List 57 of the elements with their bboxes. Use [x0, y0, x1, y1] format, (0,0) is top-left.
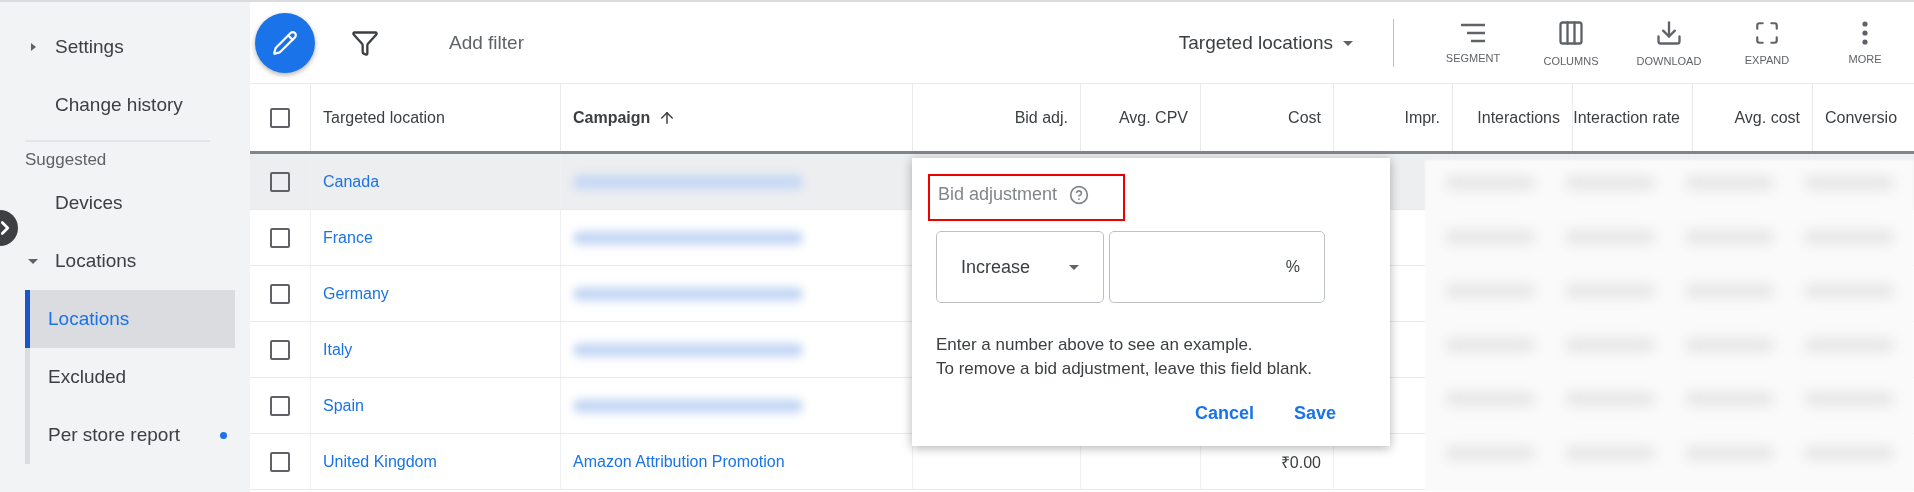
- toolbar-button[interactable]: EXPAND: [1718, 19, 1816, 66]
- column-header[interactable]: Targeted location: [310, 84, 560, 151]
- column-header[interactable]: Interaction rate: [1572, 84, 1692, 151]
- checkbox[interactable]: [270, 227, 290, 248]
- view-dropdown[interactable]: Targeted locations: [1170, 31, 1361, 54]
- sidebar-subitem[interactable]: Excluded: [25, 348, 235, 406]
- column-header[interactable]: Impr.: [1333, 84, 1452, 151]
- location-link[interactable]: United Kingdom: [323, 452, 437, 471]
- toolbar-button[interactable]: SEGMENT: [1424, 21, 1522, 64]
- columns-icon: [1557, 18, 1585, 47]
- segment-icon: [1459, 21, 1487, 44]
- column-header[interactable]: Cost: [1200, 84, 1333, 151]
- checkbox[interactable]: [270, 171, 290, 192]
- toolbar-button[interactable]: COLUMNS: [1522, 18, 1620, 67]
- sidebar-subitem[interactable]: Per store report: [25, 406, 235, 464]
- column-header[interactable]: Bid adj.: [912, 84, 1080, 151]
- location-link[interactable]: Spain: [323, 396, 364, 415]
- column-header[interactable]: Conversio: [1812, 84, 1914, 151]
- campaign-link[interactable]: Amazon Attribution Promotion: [573, 452, 785, 471]
- column-header[interactable]: Avg. cost: [1692, 84, 1812, 151]
- column-header[interactable]: Interactions: [1452, 84, 1572, 151]
- toolbar-button[interactable]: DOWNLOAD: [1620, 18, 1718, 67]
- save-button[interactable]: Save: [1283, 394, 1346, 432]
- sidebar-item[interactable]: Settings: [0, 18, 250, 76]
- column-header[interactable]: Avg. CPV: [1080, 84, 1200, 151]
- location-link[interactable]: Canada: [323, 172, 380, 191]
- more-icon: [1862, 20, 1868, 45]
- column-header[interactable]: Campaign: [560, 84, 912, 151]
- sidebar-item[interactable]: Devices: [0, 174, 250, 232]
- checkbox[interactable]: [270, 283, 290, 304]
- sidebar-item[interactable]: Locations: [0, 232, 250, 290]
- add-filter-field[interactable]: Add filter: [449, 31, 1171, 54]
- checkbox[interactable]: [270, 339, 290, 360]
- checkbox[interactable]: [270, 107, 290, 128]
- mode-dropdown[interactable]: Increase: [936, 231, 1104, 303]
- percent-field[interactable]: %: [1109, 231, 1325, 303]
- unit-label: %: [1285, 258, 1300, 276]
- caret-icon: [27, 256, 38, 266]
- table-cell-text: ₹0.00: [1280, 452, 1321, 473]
- filter-icon[interactable]: [351, 28, 379, 57]
- edit-button[interactable]: [255, 12, 315, 73]
- section-label: Suggested: [25, 140, 210, 174]
- location-link[interactable]: France: [323, 228, 373, 247]
- help-icon[interactable]: [1069, 184, 1090, 205]
- expand-icon: [1754, 19, 1780, 46]
- checkbox[interactable]: [270, 451, 290, 472]
- caret-icon: [1069, 262, 1079, 272]
- cancel-button[interactable]: Cancel: [1184, 394, 1264, 432]
- location-link[interactable]: Italy: [323, 340, 353, 359]
- pencil-icon: [272, 29, 298, 56]
- download-icon: [1655, 18, 1683, 47]
- popup-title: Bid adjustment: [938, 184, 1058, 205]
- toolbar-button[interactable]: MORE: [1816, 20, 1914, 65]
- sidebar-item[interactable]: Change history: [0, 76, 250, 134]
- location-link[interactable]: Germany: [323, 284, 389, 303]
- help-text: Enter a number above to see an example. To remove a bid adjustment, leave this field blank.: [936, 334, 1314, 380]
- checkbox[interactable]: [270, 395, 290, 416]
